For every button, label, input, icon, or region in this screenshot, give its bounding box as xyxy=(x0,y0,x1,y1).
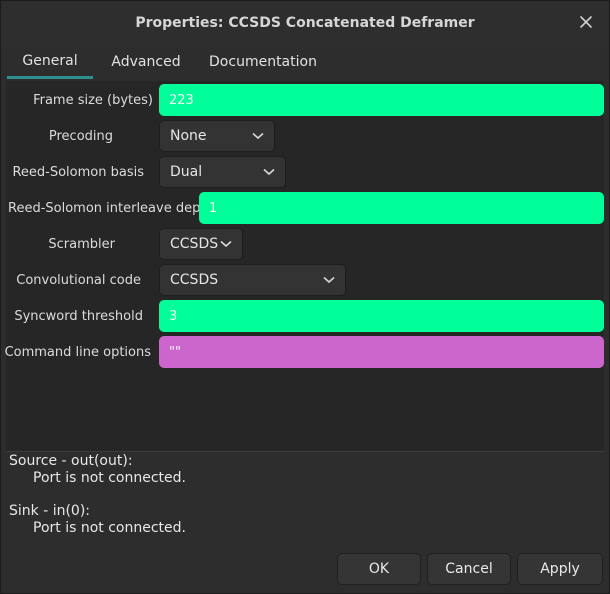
scrambler-value: CCSDS xyxy=(170,236,219,252)
window-title: Properties: CCSDS Concatenated Deframer xyxy=(135,15,475,31)
ok-button[interactable]: OK xyxy=(337,553,421,585)
field-row-frame-size: Frame size (bytes) 223 xyxy=(6,84,604,116)
field-row-cmd-options: Command line options "" xyxy=(4,336,604,368)
tab-label: Documentation xyxy=(209,54,317,70)
tab-general[interactable]: General xyxy=(7,45,93,79)
frame-size-label: Frame size (bytes) xyxy=(33,92,153,108)
dialog-buttons: OK Cancel Apply xyxy=(337,553,603,585)
chevron-down-icon xyxy=(220,240,232,248)
rs-basis-value: Dual xyxy=(170,164,203,180)
precoding-value: None xyxy=(170,128,207,144)
field-row-conv-code: Convolutional code CCSDS xyxy=(6,264,604,296)
scrambler-select[interactable]: CCSDS xyxy=(159,228,243,260)
rs-interleave-value: 1 xyxy=(209,200,218,216)
tab-label: General xyxy=(22,52,78,69)
cmd-options-label: Command line options xyxy=(4,344,151,360)
chevron-down-icon xyxy=(323,276,335,284)
sink-port-title: Sink - in(0): xyxy=(9,503,91,519)
close-button[interactable] xyxy=(577,13,595,31)
frame-size-input[interactable]: 223 xyxy=(159,84,604,116)
source-port-title: Source - out(out): xyxy=(9,453,133,469)
field-row-sync-threshold: Syncword threshold 3 xyxy=(6,300,604,332)
tab-documentation[interactable]: Documentation xyxy=(199,45,327,79)
sync-threshold-value: 3 xyxy=(169,308,178,324)
title-bar: Properties: CCSDS Concatenated Deframer xyxy=(1,1,609,45)
rs-interleave-input[interactable]: 1 xyxy=(199,192,604,224)
field-row-rs-basis: Reed-Solomon basis Dual xyxy=(6,156,604,188)
chevron-down-icon xyxy=(263,168,275,176)
separator xyxy=(6,451,604,452)
apply-button[interactable]: Apply xyxy=(517,553,603,585)
precoding-select[interactable]: None xyxy=(159,120,275,152)
sync-threshold-input[interactable]: 3 xyxy=(159,300,604,332)
properties-dialog: Properties: CCSDS Concatenated Deframer … xyxy=(0,0,610,594)
sink-port-status: Port is not connected. xyxy=(33,520,186,536)
conv-code-value: CCSDS xyxy=(170,272,219,288)
rs-interleave-label: Reed-Solomon interleave depth xyxy=(8,200,214,216)
rs-basis-select[interactable]: Dual xyxy=(159,156,286,188)
cmd-options-value: "" xyxy=(169,344,181,360)
scrambler-label: Scrambler xyxy=(48,236,115,252)
sync-threshold-label: Syncword threshold xyxy=(14,308,143,324)
general-tab-content: Frame size (bytes) 223 Precoding None Re… xyxy=(4,81,604,451)
chevron-down-icon xyxy=(252,132,264,140)
field-row-scrambler: Scrambler CCSDS xyxy=(6,228,604,260)
cancel-button[interactable]: Cancel xyxy=(427,553,511,585)
source-port-status: Port is not connected. xyxy=(33,470,186,486)
tab-label: Advanced xyxy=(111,54,181,70)
field-row-rs-interleave: Reed-Solomon interleave depth 1 xyxy=(6,192,604,224)
tab-advanced[interactable]: Advanced xyxy=(93,45,199,79)
conv-code-select[interactable]: CCSDS xyxy=(159,264,346,296)
rs-basis-label: Reed-Solomon basis xyxy=(12,164,144,180)
conv-code-label: Convolutional code xyxy=(16,272,141,288)
precoding-label: Precoding xyxy=(48,128,113,144)
tab-bar: General Advanced Documentation xyxy=(7,45,603,81)
cmd-options-input[interactable]: "" xyxy=(159,336,604,368)
field-row-precoding: Precoding None xyxy=(6,120,604,152)
port-info: Source - out(out): Port is not connected… xyxy=(9,453,601,537)
frame-size-value: 223 xyxy=(169,92,194,108)
close-icon xyxy=(580,16,592,28)
